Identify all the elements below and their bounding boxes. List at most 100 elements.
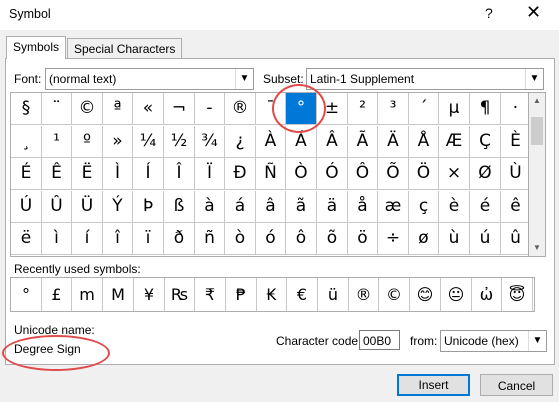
symbol-cell[interactable]: ³	[378, 93, 409, 125]
recent-symbol[interactable]: 😇	[502, 278, 533, 311]
recent-symbol[interactable]: ₭	[257, 278, 287, 311]
scroll-up-icon[interactable]: ▲	[529, 93, 545, 109]
subset-dropdown[interactable]: Latin-1 Supplement ▼	[306, 68, 544, 90]
character-code-input[interactable]: 00B0	[359, 330, 400, 350]
tab-symbols[interactable]: Symbols	[6, 36, 67, 59]
symbol-cell[interactable]: Ê	[42, 158, 72, 190]
symbol-cell[interactable]: Õ	[378, 158, 409, 190]
symbol-cell[interactable]: ±	[317, 93, 348, 125]
recent-symbol[interactable]: M	[103, 278, 134, 311]
symbol-cell[interactable]: û	[501, 223, 531, 255]
symbol-cell[interactable]: Ñ	[256, 158, 286, 190]
recent-symbol[interactable]: ©	[379, 278, 410, 311]
symbol-cell[interactable]: é	[470, 191, 501, 223]
symbol-cell[interactable]: Ì	[103, 158, 133, 190]
symbol-cell[interactable]: ä	[317, 191, 348, 223]
insert-button[interactable]: Insert	[397, 374, 470, 396]
symbol-cell[interactable]: Ò	[286, 158, 317, 190]
scroll-thumb[interactable]	[531, 117, 543, 145]
symbol-cell[interactable]: ª	[103, 93, 133, 125]
symbol-cell[interactable]: Ë	[72, 158, 103, 190]
symbol-cell[interactable]: à	[195, 191, 225, 223]
symbol-cell[interactable]: ë	[11, 223, 42, 255]
symbol-cell[interactable]: Ä	[378, 126, 409, 158]
recent-symbol[interactable]: °	[11, 278, 42, 311]
symbol-cell[interactable]: ²	[348, 93, 378, 125]
symbol-cell[interactable]: í	[72, 223, 103, 255]
symbol-cell[interactable]: ò	[225, 223, 256, 255]
symbol-cell[interactable]: å	[348, 191, 378, 223]
symbol-cell[interactable]: ¨	[42, 93, 72, 125]
symbol-cell[interactable]: ê	[501, 191, 531, 223]
symbol-cell[interactable]: Ô	[348, 158, 378, 190]
recent-symbol[interactable]: ₹	[195, 278, 226, 311]
symbol-cell[interactable]: ÷	[378, 223, 409, 255]
symbol-cell[interactable]: ´	[409, 93, 439, 125]
recent-symbol[interactable]: €	[287, 278, 318, 311]
symbol-cell[interactable]: Á	[286, 126, 317, 158]
symbol-cell[interactable]: -	[195, 93, 225, 125]
symbol-cell[interactable]: Ó	[317, 158, 348, 190]
font-dropdown[interactable]: (normal text) ▼	[45, 68, 254, 90]
grid-scrollbar[interactable]: ▲ ▼	[528, 92, 546, 257]
symbol-cell[interactable]: Î	[164, 158, 195, 190]
symbol-cell[interactable]: »	[103, 126, 133, 158]
recent-symbol[interactable]: ®	[349, 278, 379, 311]
symbol-cell[interactable]: Ç	[470, 126, 501, 158]
symbol-cell[interactable]: ó	[256, 223, 286, 255]
symbol-cell[interactable]: ®	[225, 93, 256, 125]
symbol-cell[interactable]: Ö	[409, 158, 439, 190]
symbol-cell[interactable]: §	[11, 93, 42, 125]
symbol-cell[interactable]: ã	[286, 191, 317, 223]
symbol-cell[interactable]: È	[501, 126, 531, 158]
symbol-cell[interactable]: ß	[164, 191, 195, 223]
symbol-cell[interactable]: Û	[42, 191, 72, 223]
symbol-cell[interactable]: õ	[317, 223, 348, 255]
chevron-down-icon[interactable]: ▼	[525, 69, 543, 89]
symbol-cell[interactable]: º	[72, 126, 103, 158]
symbol-cell[interactable]: «	[133, 93, 164, 125]
symbol-cell[interactable]: Ú	[11, 191, 42, 223]
symbol-cell[interactable]: ¯	[256, 93, 286, 125]
tab-special-characters[interactable]: Special Characters	[67, 38, 183, 59]
symbol-cell[interactable]: â	[256, 191, 286, 223]
symbol-cell[interactable]: Đ	[225, 158, 256, 190]
symbol-cell[interactable]: ¹	[42, 126, 72, 158]
symbol-cell[interactable]: Å	[409, 126, 439, 158]
symbol-cell[interactable]: µ	[439, 93, 470, 125]
symbol-cell[interactable]: ð	[164, 223, 195, 255]
symbol-cell[interactable]: ¿	[225, 126, 256, 158]
symbol-cell[interactable]: Ù	[501, 158, 531, 190]
symbol-cell[interactable]: ¾	[195, 126, 225, 158]
symbol-cell[interactable]: ù	[439, 223, 470, 255]
symbol-cell[interactable]: á	[225, 191, 256, 223]
symbol-cell[interactable]: ©	[72, 93, 103, 125]
recent-symbol[interactable]: 😊	[410, 278, 441, 311]
symbol-cell[interactable]: ¬	[164, 93, 195, 125]
symbol-cell[interactable]: ¼	[133, 126, 164, 158]
symbol-cell[interactable]: À	[256, 126, 286, 158]
symbol-cell[interactable]: °	[286, 93, 317, 125]
cancel-button[interactable]: Cancel	[480, 374, 553, 396]
recent-symbol[interactable]: ü	[318, 278, 349, 311]
symbol-cell[interactable]: ¶	[470, 93, 501, 125]
symbol-cell[interactable]: ï	[133, 223, 164, 255]
symbol-cell[interactable]: ñ	[195, 223, 225, 255]
symbol-cell[interactable]: Ï	[195, 158, 225, 190]
symbol-cell[interactable]: ø	[409, 223, 439, 255]
symbol-cell[interactable]: ö	[348, 223, 378, 255]
symbol-cell[interactable]: ¸	[11, 126, 42, 158]
symbol-cell[interactable]: Â	[317, 126, 348, 158]
recent-symbol[interactable]: £	[42, 278, 72, 311]
symbol-cell[interactable]: ú	[470, 223, 501, 255]
recent-symbol[interactable]: ὠ	[472, 278, 502, 311]
symbol-cell[interactable]: Ø	[470, 158, 501, 190]
recent-symbol[interactable]: ₱	[226, 278, 257, 311]
symbol-cell[interactable]: è	[439, 191, 470, 223]
scroll-down-icon[interactable]: ▼	[529, 240, 545, 256]
symbol-cell[interactable]: Þ	[133, 191, 164, 223]
recent-symbol[interactable]: ₨	[165, 278, 195, 311]
recent-symbol[interactable]: ¥	[134, 278, 165, 311]
symbol-cell[interactable]: É	[11, 158, 42, 190]
close-icon[interactable]: ✕	[526, 2, 541, 23]
